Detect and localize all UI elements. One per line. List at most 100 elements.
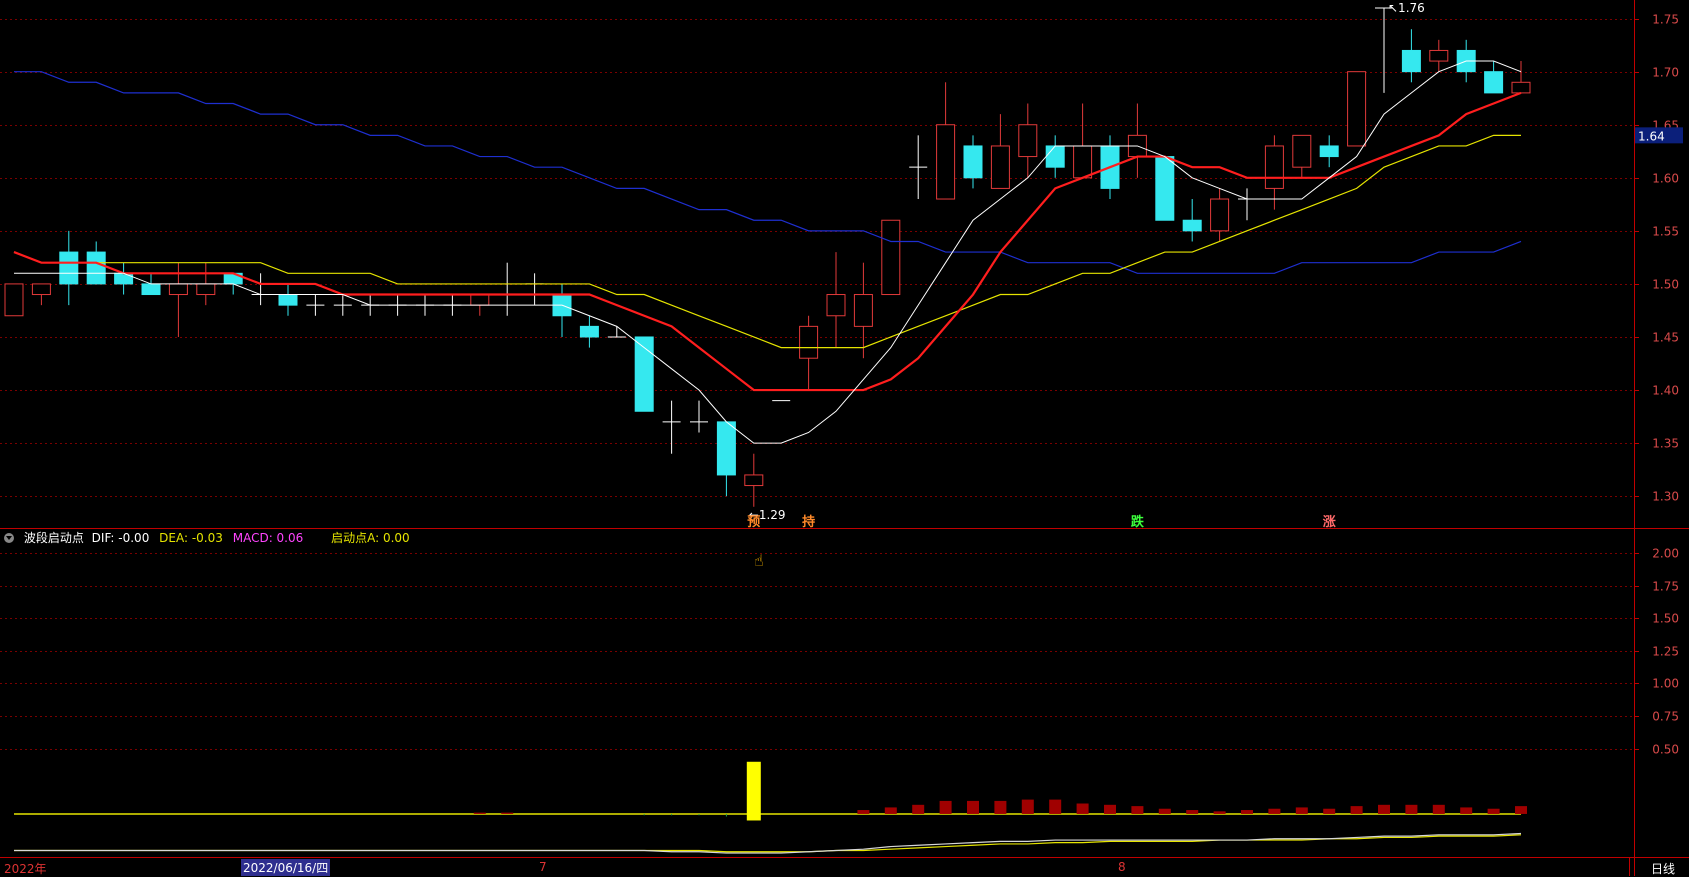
candle-body [141, 283, 161, 296]
dif-value: DIF: -0.00 [91, 531, 150, 545]
indicator-tick-label: 1.25 [1652, 645, 1679, 659]
candle-body [1401, 49, 1421, 73]
candle [1401, 29, 1421, 83]
candle [1045, 135, 1065, 178]
candle [552, 283, 572, 337]
ma60-line [14, 71, 1522, 274]
candle-body [1155, 156, 1175, 221]
macd-bar [1186, 810, 1199, 814]
candle-body [31, 283, 51, 296]
month-label-7: 7 [539, 860, 547, 874]
candle [114, 262, 134, 295]
candlestick-series [4, 7, 1531, 507]
collapse-icon[interactable] [4, 533, 14, 543]
dea-value: DEA: -0.03 [159, 531, 223, 545]
macd-bar [884, 807, 897, 814]
macd-bar [501, 812, 514, 814]
candle-body [1018, 124, 1038, 158]
indicator-tick-label: 0.50 [1652, 743, 1679, 757]
candle [306, 294, 325, 316]
year-label: 2022年 [4, 862, 47, 876]
candle-body [1319, 145, 1339, 158]
candle [963, 135, 983, 189]
candle-body [278, 294, 298, 306]
date-axis: 2022年 2022/06/16/四 7 8 [0, 858, 1630, 876]
candle [1210, 188, 1230, 242]
candle-body [881, 219, 901, 296]
ma5-line [14, 60, 1522, 444]
candle [1018, 103, 1038, 178]
dif-line [14, 832, 1522, 854]
current-price-label: 1.64 [1638, 129, 1665, 143]
candle-body [963, 145, 983, 179]
candle [4, 283, 24, 317]
price-grid [0, 0, 1689, 876]
macd-bar [1405, 804, 1418, 814]
signal-marker: 涨 [1322, 515, 1336, 530]
candle [1182, 199, 1202, 242]
candle-body [1045, 145, 1065, 168]
indicator-legend: 波段启动点 DIF: -0.00 DEA: -0.03 MACD: 0.06 启… [4, 529, 416, 546]
macd-bar [1323, 808, 1336, 814]
price-tick-label: 1.75 [1652, 13, 1679, 27]
candle-body [470, 294, 490, 306]
candle-body [1511, 81, 1531, 94]
macd-bar [939, 800, 952, 814]
candle-body [196, 283, 216, 296]
macd-bar [473, 812, 486, 814]
candle-body [990, 145, 1010, 189]
dea-line [14, 834, 1522, 853]
indicator-tick-label: 2.00 [1652, 547, 1679, 561]
candle-body [826, 294, 846, 317]
candle-body [168, 283, 188, 296]
candle-body [1210, 198, 1230, 232]
period-button[interactable]: 日线 [1651, 860, 1675, 877]
candle [1319, 135, 1339, 168]
candle-body [936, 124, 956, 200]
macd-bar [1432, 804, 1445, 814]
candle-body [1429, 49, 1449, 62]
candle-body [744, 474, 764, 487]
candle [881, 219, 901, 296]
candle-body [1182, 219, 1202, 232]
macd-bar [967, 800, 979, 814]
stock-chart[interactable]: 1.301.351.401.451.501.551.601.651.701.75… [0, 0, 1689, 876]
price-tick-label: 1.60 [1652, 172, 1679, 186]
candle-body [86, 251, 106, 285]
candle [744, 453, 764, 507]
price-tick-label: 1.50 [1652, 278, 1679, 292]
price-tick-label: 1.40 [1652, 384, 1679, 398]
candle [31, 283, 51, 306]
candle [59, 230, 79, 306]
macd-bar [1295, 807, 1308, 814]
candle [690, 400, 708, 433]
candle [909, 135, 928, 200]
candle [251, 273, 270, 306]
candle-body [579, 325, 599, 338]
candle [662, 400, 681, 454]
candle [1347, 71, 1367, 147]
signal-marker: 持 [802, 514, 815, 530]
macd-bar [1350, 806, 1363, 814]
candle [278, 283, 298, 316]
macd-bar [1076, 803, 1089, 814]
candle-body [4, 283, 24, 317]
macd-bar [1131, 806, 1144, 814]
candle [1155, 156, 1175, 221]
price-tick-label: 1.45 [1652, 331, 1679, 345]
candle-body [853, 294, 873, 327]
candle [936, 82, 956, 200]
candle-body [1073, 145, 1093, 179]
macd-value: MACD: 0.06 [232, 531, 304, 545]
candle-body [114, 272, 134, 285]
crosshair-date: 2022/06/16/四 [241, 859, 331, 876]
candle-body [1292, 134, 1312, 168]
macd-bar [1515, 806, 1527, 814]
candle [1292, 134, 1312, 178]
price-tick-label: 1.70 [1652, 66, 1679, 80]
candle [1238, 188, 1256, 221]
month-label-8: 8 [1118, 860, 1126, 874]
indicator-tick-label: 0.75 [1652, 710, 1679, 724]
start-point-value: 启动点A: 0.00 [331, 531, 410, 545]
candle [853, 262, 873, 359]
